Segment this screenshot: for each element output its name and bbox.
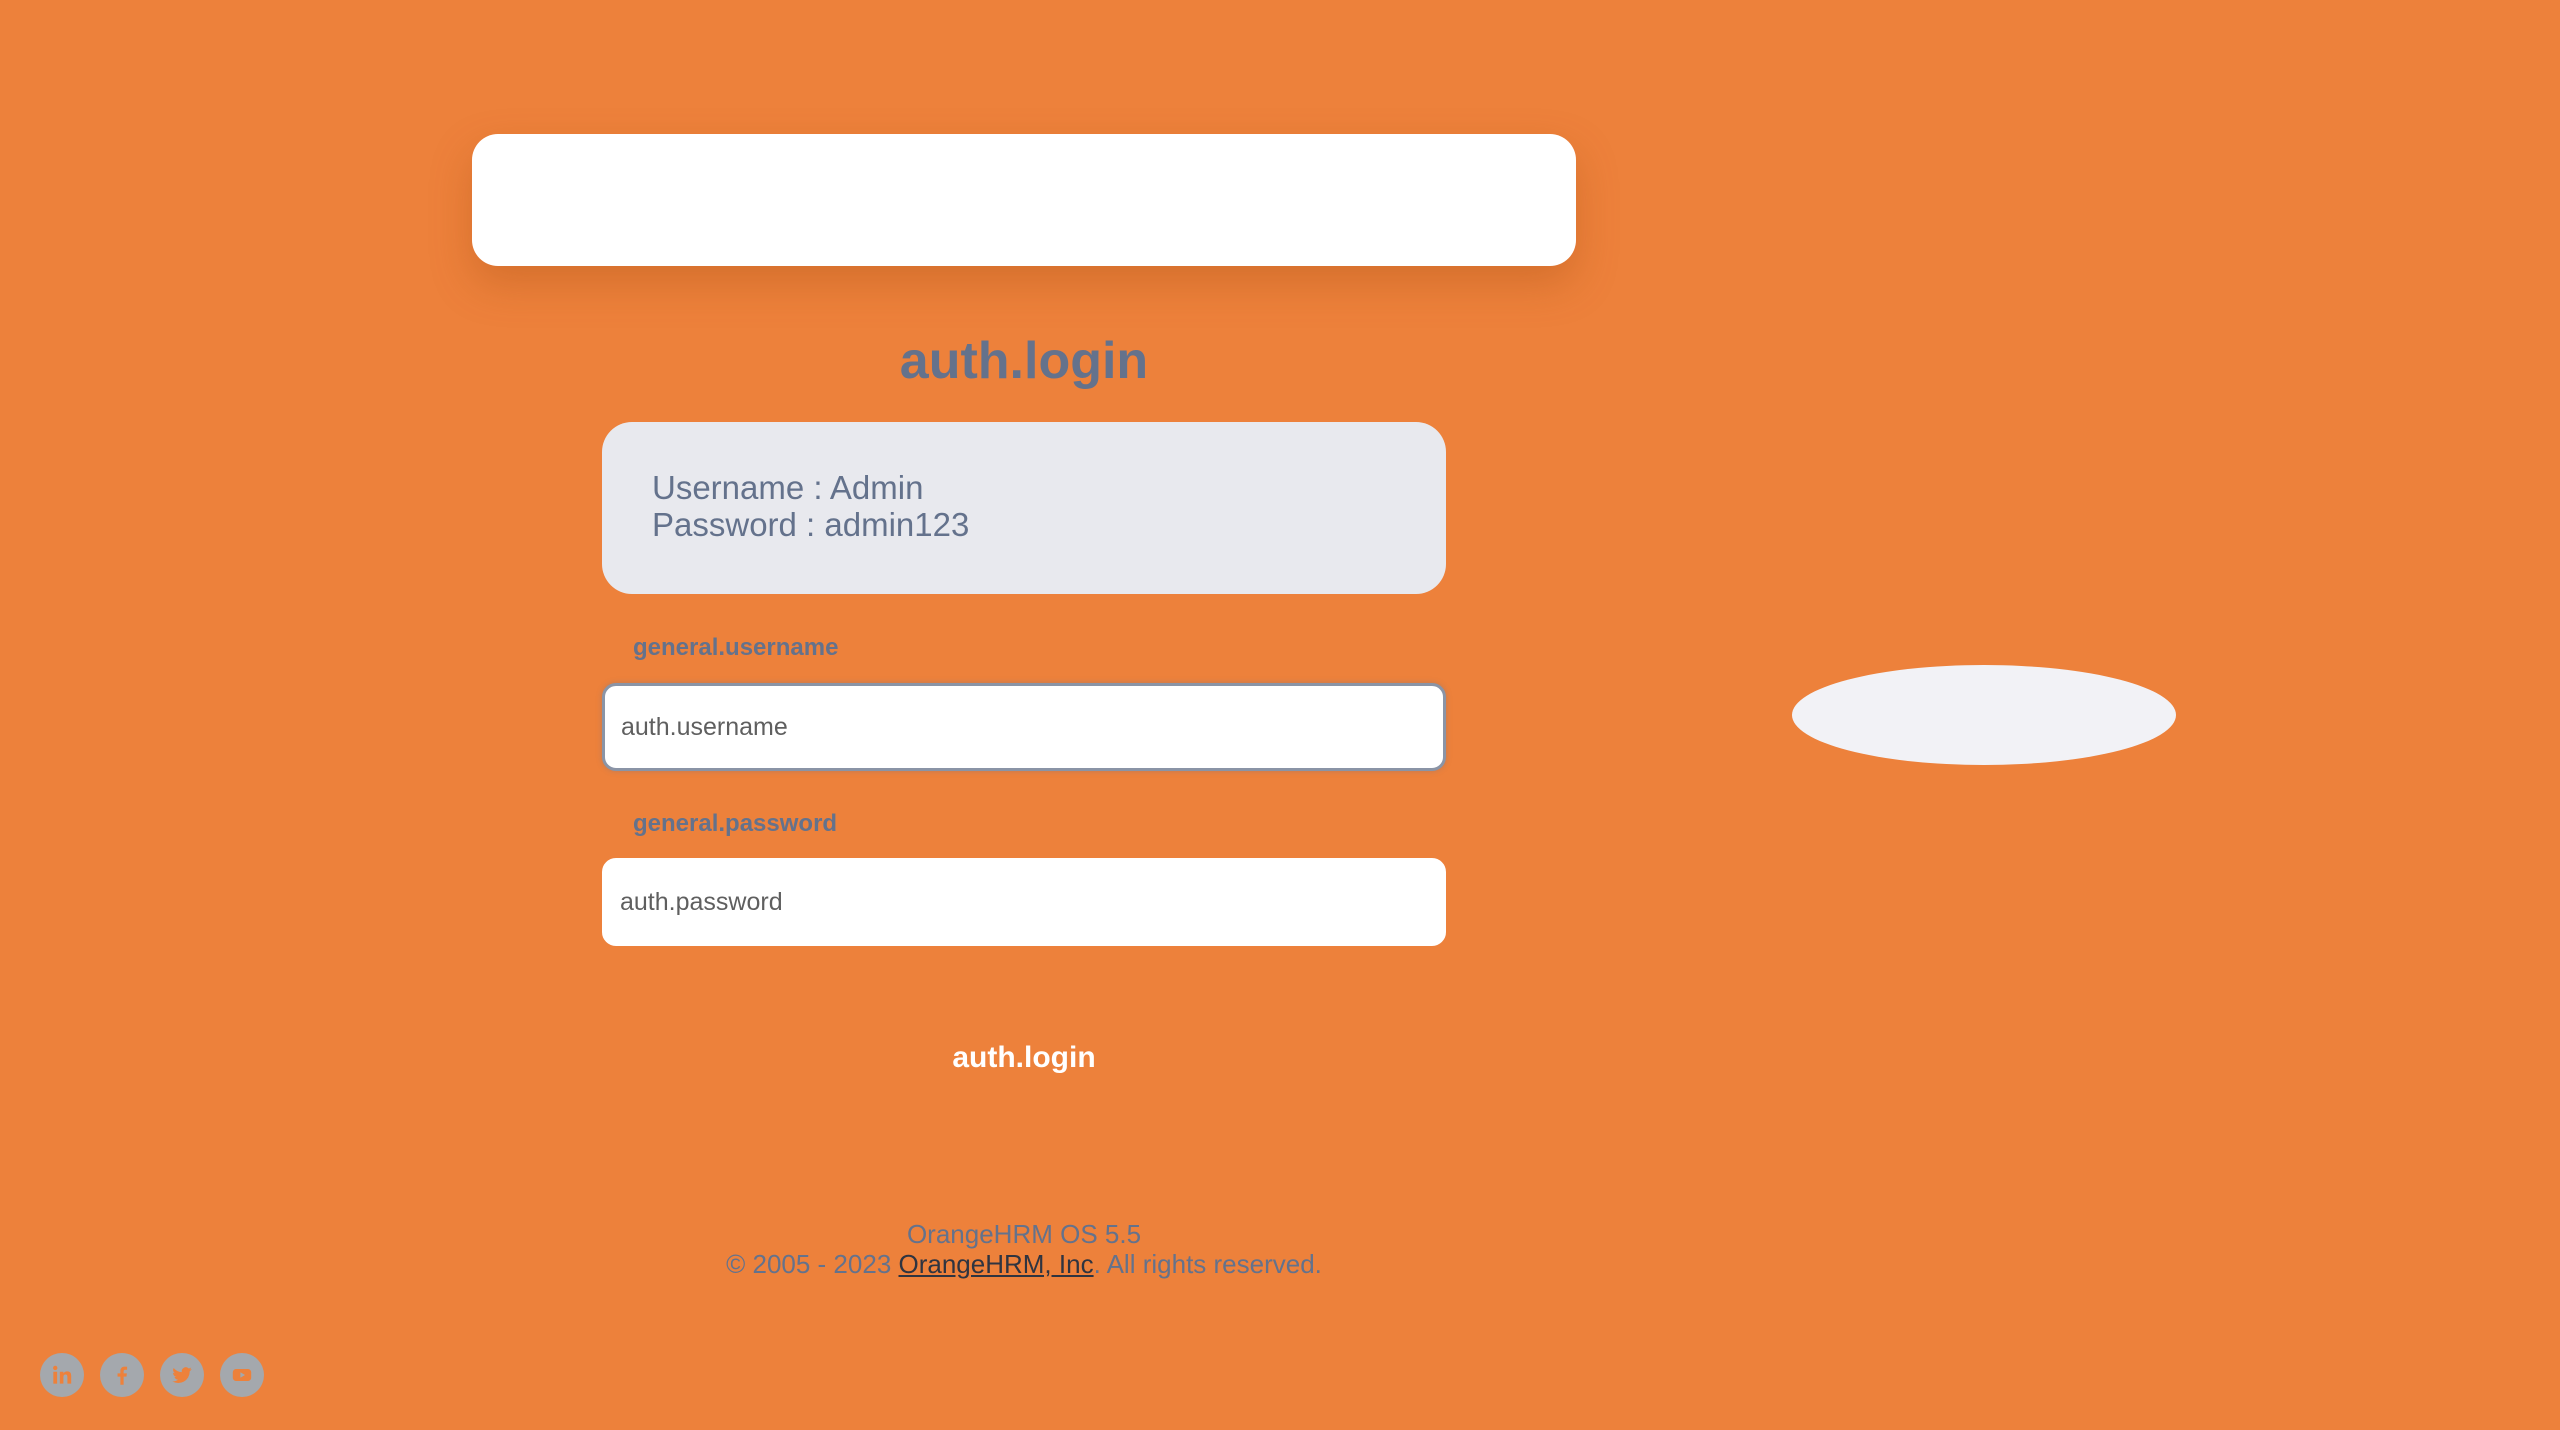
company-link[interactable]: OrangeHRM, Inc: [899, 1249, 1094, 1279]
decorative-ellipse: [1792, 665, 2176, 765]
login-button[interactable]: auth.login: [472, 1036, 1576, 1080]
password-label: general.password: [633, 810, 838, 837]
linkedin-icon[interactable]: [40, 1353, 84, 1397]
username-label: general.username: [633, 634, 839, 661]
username-input[interactable]: [602, 683, 1446, 771]
copyright-suffix: . All rights reserved.: [1093, 1249, 1322, 1279]
page-title: auth.login: [899, 332, 1149, 390]
youtube-icon[interactable]: [220, 1353, 264, 1397]
password-input[interactable]: [602, 858, 1446, 946]
facebook-icon[interactable]: [100, 1353, 144, 1397]
copyright-text: © 2005 - 2023 OrangeHRM, Inc. All rights…: [472, 1249, 1576, 1279]
twitter-icon[interactable]: [160, 1353, 204, 1397]
social-links: [40, 1353, 264, 1397]
credentials-hint: Username : Admin Password : admin123: [602, 422, 1446, 594]
copyright-prefix: © 2005 - 2023: [726, 1249, 899, 1279]
password-hint: Password : admin123: [652, 506, 970, 543]
logo-banner: [472, 134, 1576, 266]
footer: OrangeHRM OS 5.5 © 2005 - 2023 OrangeHRM…: [472, 1219, 1576, 1279]
username-hint: Username : Admin: [652, 469, 924, 506]
version-text: OrangeHRM OS 5.5: [906, 1219, 1142, 1249]
